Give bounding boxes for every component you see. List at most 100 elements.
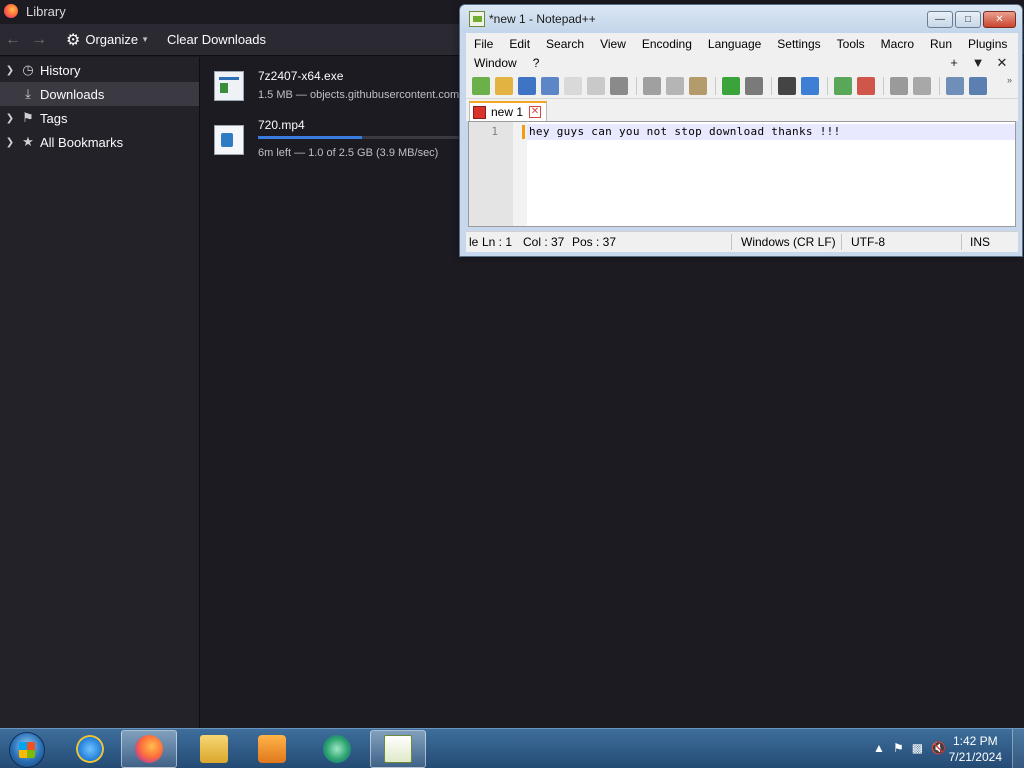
taskbar-clock[interactable]: 1:42 PM 7/21/2024 [949, 733, 1002, 765]
replace-icon[interactable] [801, 76, 819, 95]
redo-icon[interactable] [745, 76, 763, 95]
menu-item-window[interactable]: Window [466, 56, 525, 70]
open-file-icon[interactable] [495, 76, 513, 95]
notepad-toolbar: » [466, 73, 1018, 99]
menu-item-help[interactable]: ? [525, 56, 548, 70]
line-number: 1 [491, 125, 498, 138]
tab-label: new 1 [491, 105, 524, 119]
sidebar-item-label: History [40, 62, 81, 78]
show-all-chars-icon[interactable] [969, 76, 987, 95]
close-tab-button[interactable]: ✕ [990, 55, 1014, 71]
menu-item-edit[interactable]: Edit [501, 37, 538, 51]
notepad-menubar: File Edit Search View Encoding Language Settin… [466, 33, 1018, 73]
start-button[interactable] [9, 732, 45, 768]
tab-new-1[interactable]: new 1 ✕ [469, 101, 547, 121]
status-position: Pos : 37 [572, 235, 617, 249]
menu-right-controls: + ▼ ✕ [942, 53, 1014, 72]
clock-icon: ◷ [22, 62, 34, 77]
sync-vertical-icon[interactable] [890, 76, 908, 95]
menu-item-settings[interactable]: Settings [769, 37, 828, 51]
save-icon[interactable] [518, 76, 536, 95]
close-all-icon[interactable] [587, 76, 605, 95]
tray-expand-icon[interactable]: ▲ [873, 741, 885, 755]
zoom-out-icon[interactable] [857, 76, 875, 95]
taskbar-file-explorer[interactable] [186, 730, 242, 768]
find-icon[interactable] [778, 76, 796, 95]
chevron-right-icon[interactable]: ❯ [0, 113, 20, 124]
volume-muted-icon[interactable]: 🔇 [931, 741, 946, 755]
paste-icon[interactable] [689, 76, 707, 95]
close-button[interactable]: ✕ [983, 11, 1016, 28]
download-name: 720.mp4 [258, 118, 305, 132]
sidebar-item-history[interactable]: ❯ ◷ History [0, 58, 199, 82]
close-file-icon[interactable] [564, 76, 582, 95]
library-sidebar: ❯ ◷ History ⤓ Downloads ❯ ⚑ Tags ❯ ★ All… [0, 57, 200, 728]
copy-icon[interactable] [666, 76, 684, 95]
new-tab-button[interactable]: + [942, 55, 966, 70]
sidebar-item-downloads[interactable]: ⤓ Downloads [0, 82, 199, 106]
organize-label: Organize [85, 32, 139, 47]
taskbar-firefox[interactable] [121, 730, 177, 768]
taskbar: ▲ ⚑ ▩ 🔇 1:42 PM 7/21/2024 [0, 728, 1024, 768]
arrow-right-icon: → [31, 30, 47, 48]
download-icon: ⤓ [25, 86, 31, 101]
tab-list-button[interactable]: ▼ [966, 55, 990, 70]
sidebar-item-label: Downloads [40, 86, 105, 102]
maximize-button[interactable]: □ [955, 11, 981, 28]
sidebar-item-tags[interactable]: ❯ ⚑ Tags [0, 106, 199, 130]
sidebar-item-all-bookmarks[interactable]: ❯ ★ All Bookmarks [0, 130, 199, 154]
taskbar-messenger[interactable] [309, 730, 365, 768]
chevron-right-icon[interactable]: ❯ [0, 137, 20, 148]
media-player-icon [258, 735, 286, 763]
menu-item-search[interactable]: Search [538, 37, 592, 51]
download-status: 1.5 MB — objects.githubusercontent.com [258, 89, 460, 101]
notepad-statusbar: le Ln : 1 Col : 37 Pos : 37 Windows (CR … [466, 231, 1018, 252]
menu-item-language[interactable]: Language [700, 37, 769, 51]
close-icon: ✕ [995, 14, 1004, 25]
toolbar-overflow-icon[interactable]: » [1007, 75, 1012, 85]
taskbar-media-player[interactable] [244, 730, 300, 768]
cut-icon[interactable] [643, 76, 661, 95]
firefox-icon [135, 735, 163, 763]
new-file-icon[interactable] [472, 76, 490, 95]
status-length-fragment: le [469, 235, 479, 249]
clock-time: 1:42 PM [952, 734, 998, 748]
back-button[interactable]: ← [0, 27, 26, 53]
clear-downloads-button[interactable]: Clear Downloads [163, 27, 270, 53]
minimize-button[interactable]: — [927, 11, 953, 28]
editor-area[interactable]: 1 hey guys can you not stop download tha… [468, 121, 1016, 227]
undo-icon[interactable] [722, 76, 740, 95]
status-column: Col : 37 [523, 235, 565, 249]
sync-horizontal-icon[interactable] [913, 76, 931, 95]
menu-item-plugins[interactable]: Plugins [960, 37, 1015, 51]
unsaved-file-icon [473, 105, 486, 119]
taskbar-internet-explorer[interactable] [62, 730, 118, 768]
menu-item-file[interactable]: File [466, 37, 501, 51]
taskbar-notepad-plus-plus[interactable] [370, 730, 426, 768]
menu-item-run[interactable]: Run [922, 37, 960, 51]
forward-button[interactable]: → [26, 27, 52, 53]
menu-item-encoding[interactable]: Encoding [634, 37, 700, 51]
tab-close-icon[interactable]: ✕ [529, 106, 541, 118]
organize-button[interactable]: ⚙ Organize ▼ [62, 27, 153, 53]
maximize-icon: □ [964, 14, 972, 25]
network-icon[interactable]: ▩ [912, 741, 923, 755]
chevron-right-icon[interactable]: ❯ [0, 65, 20, 76]
menu-item-tools[interactable]: Tools [829, 37, 873, 51]
editor-text[interactable]: hey guys can you not stop download thank… [529, 125, 841, 138]
system-tray: ▲ ⚑ ▩ 🔇 [865, 741, 946, 755]
firefox-icon [4, 4, 18, 18]
save-all-icon[interactable] [541, 76, 559, 95]
word-wrap-icon[interactable] [946, 76, 964, 95]
menu-item-macro[interactable]: Macro [873, 37, 922, 51]
arrow-left-icon: ← [5, 30, 21, 48]
show-desktop-button[interactable] [1012, 729, 1024, 768]
notepad-titlebar[interactable]: *new 1 - Notepad++ — □ ✕ [460, 5, 1022, 33]
library-title: Library [26, 3, 66, 19]
download-status: 6m left — 1.0 of 2.5 GB (3.9 MB/sec) [258, 147, 439, 159]
print-icon[interactable] [610, 76, 628, 95]
menu-item-view[interactable]: View [592, 37, 634, 51]
action-center-flag-icon[interactable]: ⚑ [893, 741, 904, 755]
zoom-in-icon[interactable] [834, 76, 852, 95]
notepad-window: *new 1 - Notepad++ — □ ✕ File Edit Search V… [459, 4, 1023, 257]
